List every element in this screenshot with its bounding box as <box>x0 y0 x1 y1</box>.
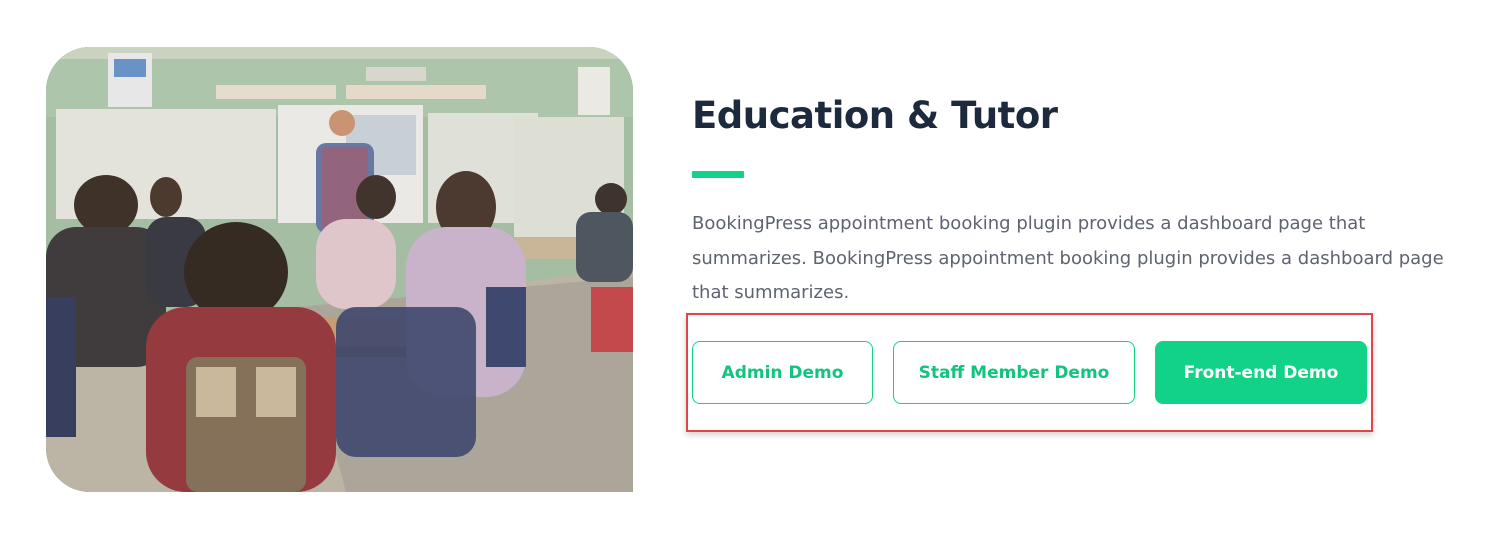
education-tutor-section: Education & Tutor BookingPress appointme… <box>0 0 1491 543</box>
staff-member-demo-button[interactable]: Staff Member Demo <box>893 341 1135 404</box>
frontend-demo-button[interactable]: Front-end Demo <box>1155 341 1367 404</box>
section-description: BookingPress appointment booking plugin … <box>692 213 1444 303</box>
section-title: Education & Tutor <box>692 94 1058 137</box>
admin-demo-button[interactable]: Admin Demo <box>692 341 873 404</box>
classroom-photo <box>46 47 633 492</box>
title-underline-accent <box>692 171 744 178</box>
